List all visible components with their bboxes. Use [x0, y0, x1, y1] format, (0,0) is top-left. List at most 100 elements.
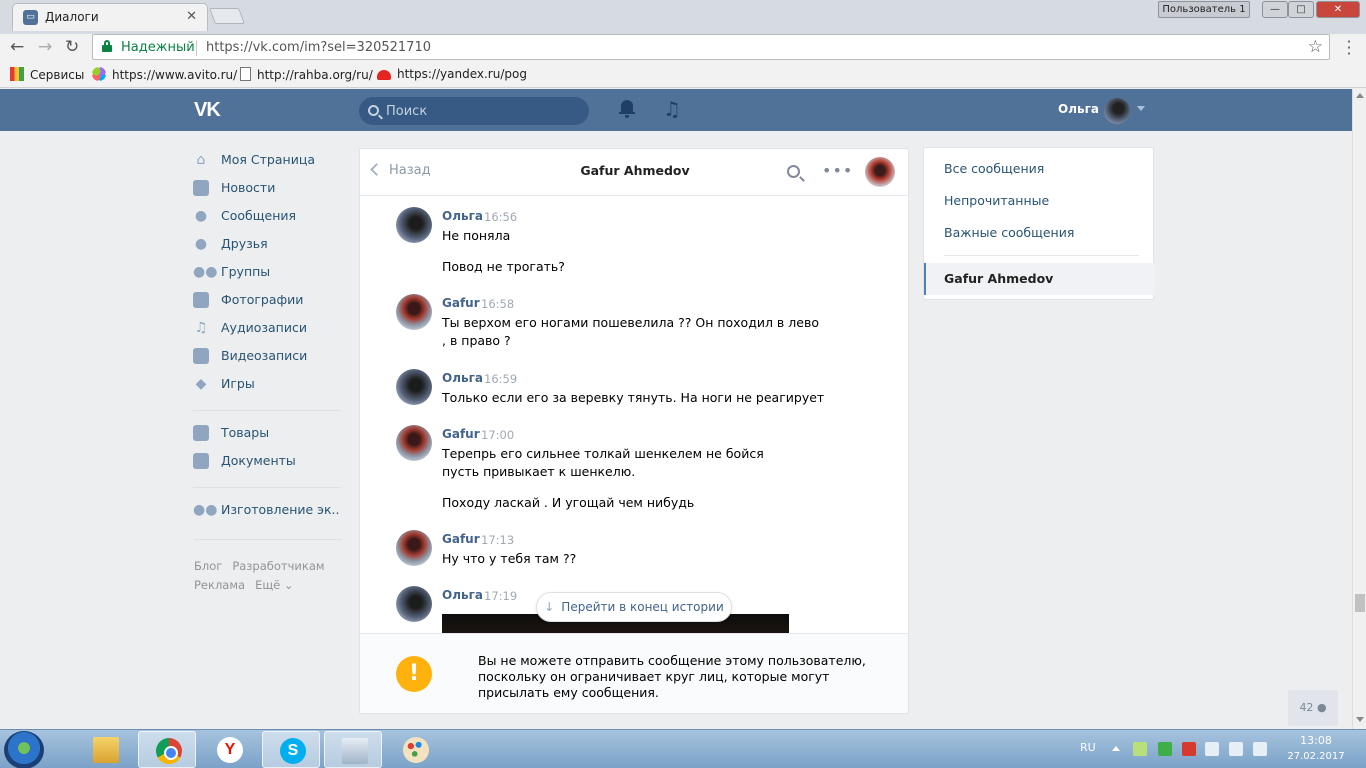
message-time[interactable]: 17:00: [481, 428, 514, 442]
message-time[interactable]: 17:13: [481, 533, 514, 547]
message-list[interactable]: Ольга 16:56 Не поняла Повод не трогать? …: [360, 197, 908, 633]
avatar[interactable]: [396, 207, 432, 243]
bookmark-avito[interactable]: https://www.avito.ru/: [92, 67, 237, 82]
avatar[interactable]: [396, 294, 432, 330]
clock-time[interactable]: 13:08: [1286, 734, 1346, 747]
browser-tab[interactable]: ▭ Диалоги ✕: [12, 3, 208, 31]
filter-unread[interactable]: Непрочитанные: [944, 193, 1049, 208]
page-scrollbar[interactable]: [1352, 89, 1366, 729]
nav-documents[interactable]: Документы: [193, 451, 343, 479]
message-author[interactable]: Ольга: [442, 588, 483, 602]
nav-news[interactable]: Новости: [193, 178, 343, 206]
scroll-thumb[interactable]: [1355, 594, 1365, 612]
back-arrow-icon[interactable]: ←: [10, 37, 24, 57]
avatar[interactable]: [396, 369, 432, 405]
footer-more-link[interactable]: Ещё ⌄: [255, 578, 293, 592]
tab-close-icon[interactable]: ✕: [186, 9, 197, 24]
nav-group-link[interactable]: ●● Изготовление эк..: [193, 500, 343, 528]
online-friends-counter[interactable]: 42 ●: [1288, 690, 1338, 726]
dialog-search-icon[interactable]: [787, 165, 800, 178]
search-input[interactable]: [386, 102, 576, 120]
active-dialog-item[interactable]: Gafur Ahmedov: [924, 263, 1155, 295]
nav-audio[interactable]: ♫ Аудиозаписи: [193, 318, 343, 346]
message-text: Ну что у тебя там ??: [442, 551, 577, 566]
message-time[interactable]: 17:19: [484, 589, 517, 603]
message-time[interactable]: 16:59: [484, 372, 517, 386]
footer-ads-link[interactable]: Реклама: [194, 578, 245, 592]
nav-messages[interactable]: ● Сообщения: [193, 206, 343, 234]
avatar[interactable]: [396, 425, 432, 461]
message-time[interactable]: 16:58: [481, 297, 514, 311]
group-icon: ●●: [193, 502, 218, 518]
message-time[interactable]: 16:56: [484, 210, 517, 224]
groups-icon: ●●: [193, 264, 218, 280]
profile-button[interactable]: Пользователь 1: [1158, 1, 1250, 18]
chevron-down-icon[interactable]: [1137, 106, 1145, 111]
nav-groups[interactable]: ●● Группы: [193, 262, 343, 290]
nav-games[interactable]: ◆ Игры: [193, 374, 343, 402]
tab-title: Диалоги: [45, 10, 99, 24]
more-options-icon[interactable]: •••: [822, 161, 853, 180]
message-author[interactable]: Gafur: [442, 532, 480, 546]
filter-important[interactable]: Важные сообщения: [944, 225, 1074, 240]
tray-app-icon[interactable]: [1133, 742, 1147, 756]
nav-my-page[interactable]: ⌂ Моя Страница: [193, 150, 343, 178]
new-tab-button[interactable]: [209, 8, 245, 24]
message-author[interactable]: Gafur: [442, 427, 480, 441]
notifications-bell-icon[interactable]: [619, 100, 635, 118]
vk-logo[interactable]: VK: [194, 99, 221, 122]
scroll-up-arrow-icon[interactable]: [1356, 93, 1364, 98]
tray-network-icon[interactable]: [1229, 742, 1243, 756]
header-avatar[interactable]: [1104, 98, 1130, 124]
message-author[interactable]: Ольга: [442, 209, 483, 223]
scroll-down-arrow-icon[interactable]: [1356, 717, 1364, 722]
filter-all-messages[interactable]: Все сообщения: [944, 161, 1044, 176]
avatar[interactable]: [396, 586, 432, 622]
maximize-button[interactable]: □: [1288, 1, 1314, 18]
reload-icon[interactable]: ↻: [65, 37, 79, 57]
footer-blog-link[interactable]: Блог: [194, 559, 222, 573]
browser-menu-icon[interactable]: · · ·: [1345, 34, 1353, 62]
avatar[interactable]: [396, 530, 432, 566]
message-author[interactable]: Gafur: [442, 296, 480, 310]
bookmark-star-icon[interactable]: ☆: [1308, 37, 1323, 57]
taskbar-keyboard[interactable]: [324, 731, 382, 768]
start-button[interactable]: [4, 731, 44, 768]
nav-photos[interactable]: Фотографии: [193, 290, 343, 318]
tray-volume-icon[interactable]: [1253, 742, 1267, 756]
nav-goods[interactable]: Товары: [193, 423, 343, 451]
tray-clipboard-icon[interactable]: [1205, 742, 1219, 756]
chat-avatar[interactable]: [865, 157, 895, 187]
bookmark-yandex[interactable]: https://yandex.ru/pog: [377, 67, 527, 81]
taskbar-chrome[interactable]: [138, 731, 196, 768]
header-user-name[interactable]: Ольга: [1058, 102, 1099, 116]
tray-expand-icon[interactable]: [1112, 746, 1120, 751]
taskbar-explorer[interactable]: [76, 731, 134, 768]
tray-flag-icon[interactable]: [1182, 742, 1196, 756]
language-indicator[interactable]: RU: [1080, 741, 1096, 754]
nav-video[interactable]: Видеозаписи: [193, 346, 343, 374]
nav-friends[interactable]: ● Друзья: [193, 234, 343, 262]
clock-date[interactable]: 27.02.2017: [1282, 751, 1350, 762]
apps-grid-icon: [10, 67, 24, 81]
jump-to-end-button[interactable]: ↓ Перейти в конец истории: [536, 592, 732, 622]
messages-filter-menu: Все сообщения Непрочитанные Важные сообщ…: [923, 147, 1155, 300]
forward-arrow-icon[interactable]: →: [38, 37, 52, 57]
address-bar[interactable]: Надежный https://vk.com/im?sel=320521710…: [92, 34, 1330, 60]
footer-dev-link[interactable]: Разработчикам: [232, 559, 324, 573]
minimize-button[interactable]: —: [1262, 1, 1288, 18]
tray-security-icon[interactable]: [1158, 742, 1172, 756]
back-button[interactable]: Назад: [370, 163, 431, 178]
window-close-button[interactable]: ✕: [1316, 1, 1360, 18]
bookmark-rahba[interactable]: http://rahba.org/ru/: [240, 67, 373, 82]
taskbar-yandex[interactable]: Y: [200, 731, 258, 768]
bookmark-apps[interactable]: Сервисы: [10, 67, 84, 82]
umbrella-icon: [377, 70, 391, 80]
message-author[interactable]: Ольга: [442, 371, 483, 385]
person-icon: ●: [1316, 701, 1327, 714]
taskbar-skype[interactable]: S: [262, 731, 320, 768]
taskbar-paint[interactable]: [386, 731, 444, 768]
music-note-icon[interactable]: ♫: [663, 97, 681, 121]
url-text[interactable]: https://vk.com/im?sel=320521710: [206, 40, 431, 55]
search-box[interactable]: [359, 97, 589, 125]
